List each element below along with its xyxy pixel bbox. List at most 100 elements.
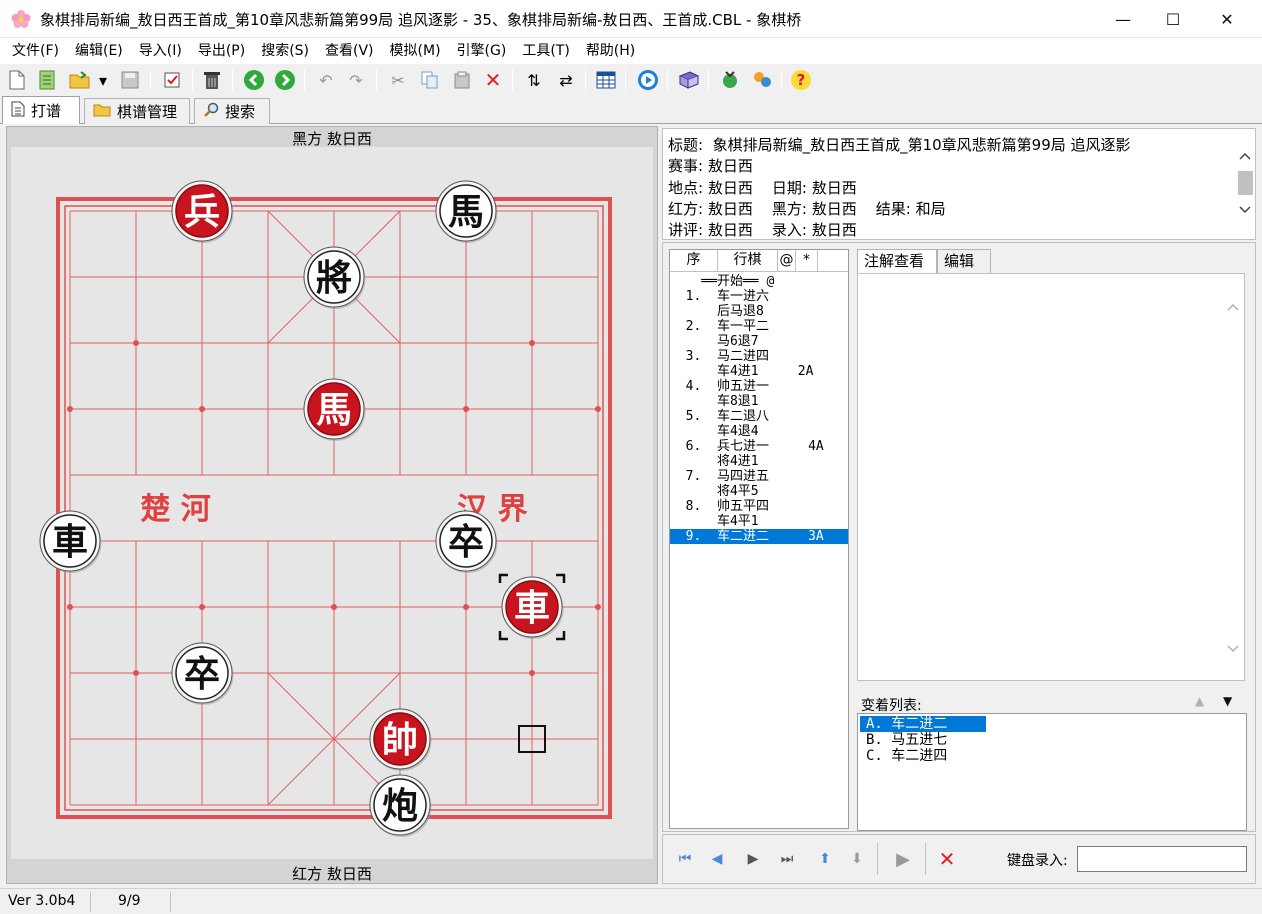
move-row[interactable]: 车4进1 2A	[670, 364, 848, 379]
move-row[interactable]: 7. 马四进五	[670, 469, 848, 484]
move-row[interactable]: ══开始══ @	[670, 274, 848, 289]
back-arrow-icon[interactable]	[242, 68, 266, 92]
next-move-icon[interactable]: ▶	[741, 847, 765, 871]
menu-file[interactable]: 文件(F)	[4, 38, 67, 64]
move-row[interactable]: 2. 车一平二	[670, 319, 848, 334]
move-row[interactable]: 4. 帅五进一	[670, 379, 848, 394]
move-row[interactable]: 5. 车二退八	[670, 409, 848, 424]
notation-panel: 序 行棋 @ * ══开始══ @ 1. 车一进六 后马退8 2. 车一平二 马…	[662, 242, 1256, 832]
tab-search[interactable]: 搜索	[194, 98, 270, 124]
move-row[interactable]: 6. 兵七进一 4A	[670, 439, 848, 454]
info-place-date: 地点: 敖日西 日期: 敖日西	[668, 179, 857, 197]
last-move-icon[interactable]: ⏭	[775, 847, 799, 871]
move-row[interactable]: 将4平5	[670, 484, 848, 499]
menu-search[interactable]: 搜索(S)	[253, 38, 317, 64]
tab-search-label: 搜索	[225, 103, 256, 121]
save-icon[interactable]	[118, 68, 142, 92]
col-at[interactable]: @	[778, 250, 796, 272]
first-move-icon[interactable]: ⏮	[673, 847, 697, 871]
tab-annotation-edit[interactable]: 编辑	[937, 249, 991, 273]
tab-manage[interactable]: 棋谱管理	[84, 98, 190, 124]
variation-down-icon[interactable]: ▼	[1223, 694, 1232, 708]
help-icon[interactable]: ?	[789, 68, 813, 92]
engine-icon[interactable]	[718, 68, 742, 92]
col-index[interactable]: 序	[670, 250, 718, 272]
new-file-icon[interactable]	[5, 68, 29, 92]
forward-arrow-icon[interactable]	[273, 68, 297, 92]
play-circle-icon[interactable]	[636, 68, 660, 92]
book-icon[interactable]	[677, 68, 701, 92]
svg-text:兵: 兵	[184, 191, 220, 233]
autoplay-icon[interactable]: ▶	[891, 847, 915, 871]
maximize-button[interactable]: ☐	[1148, 0, 1198, 38]
game-info: 标题: 象棋排局新编_敖日西王首成_第10章风悲新篇第99局 追风逐影 赛事: …	[662, 128, 1256, 240]
move-row[interactable]: 车8退1	[670, 394, 848, 409]
open-folder-icon[interactable]	[68, 68, 92, 92]
open-dropdown-icon[interactable]: ▾	[95, 68, 111, 92]
tab-play[interactable]: 打谱	[2, 96, 80, 124]
annotation-scrollbar[interactable]	[1224, 274, 1242, 680]
tab-annotation-view[interactable]: 注解查看	[857, 249, 937, 273]
xiangqi-board[interactable]: 楚 河汉 界 兵馬將馬車 卒車卒帥炮	[11, 147, 653, 859]
info-scrollbar[interactable]	[1236, 129, 1255, 239]
col-move[interactable]: 行棋	[718, 250, 778, 272]
trash-icon[interactable]	[200, 68, 224, 92]
variation-item[interactable]: A. 车二进二	[860, 716, 986, 732]
tab-play-label: 打谱	[31, 102, 62, 120]
board-grid-icon[interactable]	[594, 68, 618, 92]
new-list-icon[interactable]	[35, 68, 59, 92]
move-row[interactable]: 9. 车二进二 3A	[670, 529, 848, 544]
keyboard-entry-input[interactable]	[1077, 846, 1247, 872]
menu-view[interactable]: 查看(V)	[317, 38, 382, 64]
folder-icon	[93, 103, 111, 121]
menu-export[interactable]: 导出(P)	[190, 38, 253, 64]
move-row[interactable]: 车4平1	[670, 514, 848, 529]
menu-engine[interactable]: 引擎(G)	[449, 38, 515, 64]
delete-red-x-icon[interactable]: ✕	[481, 68, 505, 92]
menu-simulate[interactable]: 模拟(M)	[382, 38, 449, 64]
move-row[interactable]: 1. 车一进六	[670, 289, 848, 304]
menu-edit[interactable]: 编辑(E)	[67, 38, 131, 64]
cut-icon[interactable]: ✂	[386, 68, 410, 92]
svg-text:卒: 卒	[184, 653, 220, 695]
annotation-text[interactable]	[857, 273, 1245, 681]
variation-list[interactable]: A. 车二进二 B. 马五进七 C. 车二进四	[857, 713, 1247, 831]
variations-label: 变着列表:	[861, 698, 922, 714]
move-position-text: 9/9	[118, 893, 141, 909]
copy-icon[interactable]	[418, 68, 442, 92]
menu-tools[interactable]: 工具(T)	[514, 38, 577, 64]
svg-text:帥: 帥	[382, 719, 418, 761]
svg-text:?: ?	[797, 71, 806, 89]
close-button[interactable]: ✕	[1202, 0, 1252, 38]
variation-up-icon[interactable]: ▲	[1195, 694, 1204, 708]
variation-item[interactable]: C. 车二进四	[860, 748, 953, 764]
info-title: 标题: 象棋排局新编_敖日西王首成_第10章风悲新篇第99局 追风逐影	[668, 136, 1131, 154]
move-list[interactable]: 序 行棋 @ * ══开始══ @ 1. 车一进六 后马退8 2. 车一平二 马…	[669, 249, 849, 829]
menu-help[interactable]: 帮助(H)	[578, 38, 643, 64]
redo-icon[interactable]: ↷	[344, 68, 368, 92]
delete-move-icon[interactable]: ✕	[935, 847, 959, 871]
move-row[interactable]: 3. 马二进四	[670, 349, 848, 364]
move-row[interactable]: 马6退7	[670, 334, 848, 349]
main-tabs: 打谱 棋谱管理 搜索	[0, 96, 1262, 124]
move-row[interactable]: 车4退4	[670, 424, 848, 439]
flip-vertical-icon[interactable]: ⇅	[522, 68, 546, 92]
menu-import[interactable]: 导入(I)	[131, 38, 190, 64]
move-row[interactable]: 8. 帅五平四	[670, 499, 848, 514]
flip-horizontal-icon[interactable]: ⇄	[554, 68, 578, 92]
paste-icon[interactable]	[450, 68, 474, 92]
info-players-result: 红方: 敖日西 黑方: 敖日西 结果: 和局	[668, 200, 946, 218]
red-player-caption: 红方 敖日西	[292, 865, 372, 883]
minimize-button[interactable]: —	[1098, 0, 1148, 38]
col-star[interactable]: *	[796, 250, 818, 272]
undo-icon[interactable]: ↶	[314, 68, 338, 92]
variation-up-nav-icon[interactable]: ⬆	[813, 847, 837, 871]
move-row[interactable]: 后马退8	[670, 304, 848, 319]
prev-move-icon[interactable]: ◀	[705, 847, 729, 871]
variation-down-nav-icon[interactable]: ⬇	[845, 847, 869, 871]
svg-text:卒: 卒	[448, 521, 484, 563]
move-row[interactable]: 将4进1	[670, 454, 848, 469]
variation-item[interactable]: B. 马五进七	[860, 732, 953, 748]
players-icon[interactable]	[750, 68, 774, 92]
checklist-icon[interactable]	[160, 68, 184, 92]
